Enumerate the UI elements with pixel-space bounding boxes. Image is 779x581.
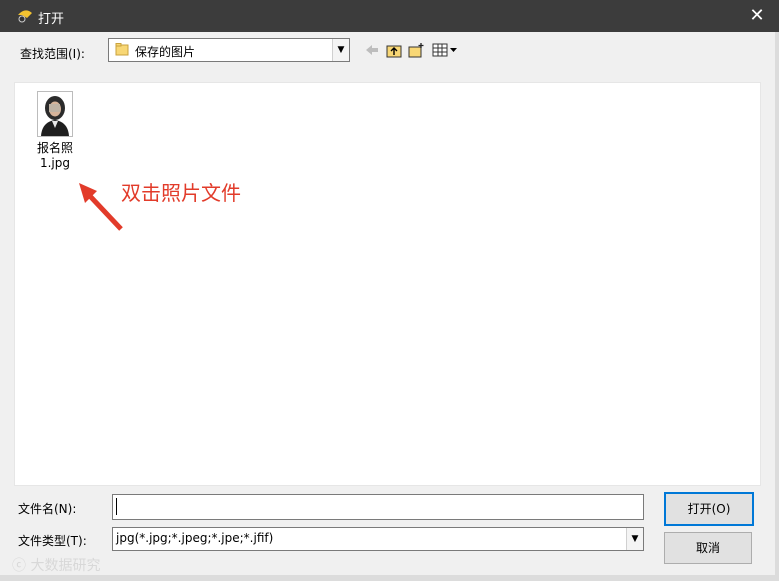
filename-label: 文件名(N): <box>18 502 77 516</box>
up-folder-icon[interactable] <box>386 42 402 58</box>
filetype-select[interactable]: jpg(*.jpg;*.jpeg;*.jpe;*.jfif) ▼ <box>112 527 644 551</box>
file-name: 报名照 1.jpg <box>36 141 73 170</box>
filetype-value: jpg(*.jpg;*.jpeg;*.jpe;*.jfif) <box>116 531 274 545</box>
look-in-value: 保存的图片 <box>135 45 196 59</box>
annotation-arrow <box>79 183 123 231</box>
title-bar: 打开 ✕ <box>0 0 779 32</box>
watermark-text: 大数据研究 <box>30 558 101 574</box>
look-in-label: 查找范围(I): <box>20 47 85 61</box>
portrait-icon <box>38 92 72 136</box>
chevron-down-icon[interactable]: ▼ <box>332 39 349 61</box>
back-arrow-icon[interactable] <box>364 42 380 58</box>
watermark-logo-icon: ⓒ <box>12 558 26 574</box>
text-caret <box>116 498 117 515</box>
filename-input[interactable] <box>112 494 644 520</box>
open-button[interactable]: 打开(O) <box>664 492 754 526</box>
watermark: ⓒ 大数据研究 <box>12 555 100 575</box>
view-menu-icon[interactable] <box>432 42 458 58</box>
cancel-button[interactable]: 取消 <box>664 532 752 564</box>
file-item[interactable]: 报名照 1.jpg <box>29 91 81 171</box>
dialog-body: 查找范围(I): 保存的图片 ▼ 报名照 1.jpg 双击照片文件 文件名(N)… <box>0 32 779 581</box>
image-thumbnail-icon <box>37 91 73 137</box>
filetype-label: 文件类型(T): <box>18 534 87 548</box>
folder-icon <box>115 43 129 56</box>
look-in-dropdown[interactable]: 保存的图片 ▼ <box>108 38 350 62</box>
new-folder-icon[interactable] <box>408 42 424 58</box>
window-title: 打开 <box>38 12 65 27</box>
file-list[interactable]: 报名照 1.jpg 双击照片文件 <box>14 82 761 486</box>
app-icon <box>18 10 32 23</box>
chevron-down-icon[interactable]: ▼ <box>626 528 643 550</box>
close-button[interactable]: ✕ <box>743 4 771 28</box>
annotation-text: 双击照片文件 <box>121 181 241 205</box>
